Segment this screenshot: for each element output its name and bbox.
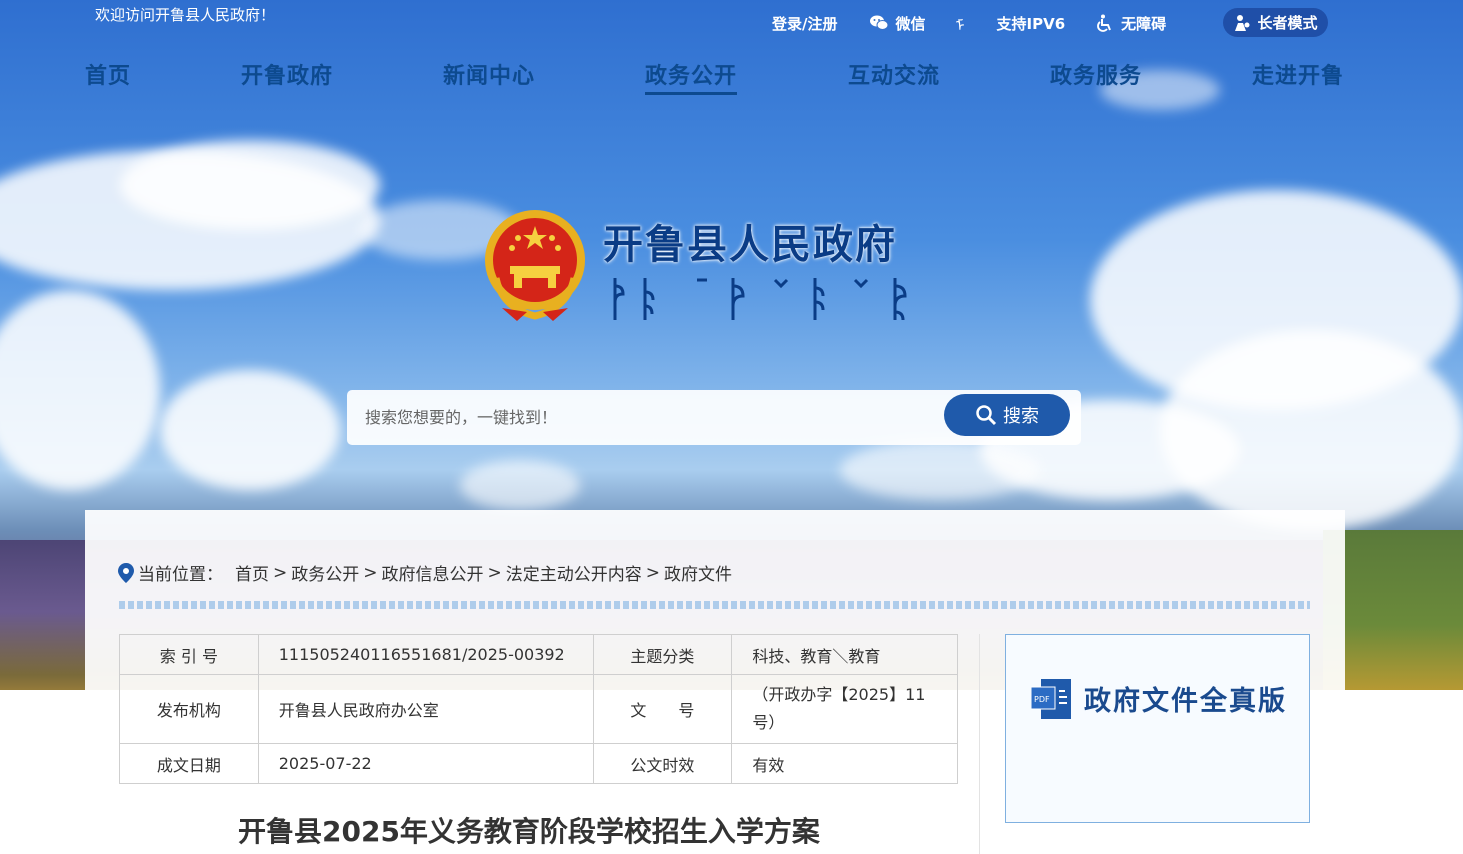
column-divider (979, 634, 980, 854)
nav-news[interactable]: 新闻中心 (443, 58, 535, 90)
full-version-label: 政府文件全真版 (1084, 686, 1287, 717)
breadcrumb-gov-info[interactable]: 政府信息公开 (382, 560, 484, 585)
breadcrumb-public-affairs[interactable]: 政务公开 (291, 560, 359, 585)
nav-government[interactable]: 开鲁政府 (241, 58, 333, 90)
index-value: 111505240116551681/2025-00392 (257, 634, 594, 675)
full-version-document-link[interactable]: PDF 政府文件全真版 (1005, 634, 1310, 823)
search-button-label: 搜索 (1003, 406, 1039, 427)
svg-text:PDF: PDF (1034, 695, 1050, 704)
breadcrumb-separator: > (363, 562, 378, 583)
breadcrumb-gov-docs[interactable]: 政府文件 (664, 560, 732, 585)
mongolian-script-title (613, 278, 907, 321)
wechat-link[interactable]: 微信 (869, 13, 926, 34)
accessibility-label: 无障碍 (1121, 14, 1167, 33)
mongolian-link[interactable]: ᠮ (956, 10, 965, 36)
nav-interaction[interactable]: 互动交流 (848, 58, 940, 90)
site-title: 开鲁县人民政府 (603, 221, 897, 268)
accessibility-link[interactable]: 无障碍 (1095, 13, 1166, 34)
top-links: 登录/注册 微信 ᠮ 支持IPV6 无障碍 (772, 10, 1166, 36)
main-nav: 首页 开鲁政府 新闻中心 政务公开 互动交流 政务服务 走进开鲁 (0, 56, 1463, 100)
elder-mode-button[interactable]: 长者模式 (1223, 8, 1328, 37)
welcome-text: 欢迎访问开鲁县人民政府！ (95, 6, 276, 24)
topic-label: 主题分类 (592, 634, 733, 675)
validity-label: 公文时效 (592, 743, 733, 784)
search-button[interactable]: 搜索 (944, 394, 1070, 436)
breadcrumb-prefix: 当前位置： (138, 565, 223, 585)
breadcrumb-separator: > (645, 562, 660, 583)
validity-value: 有效 (731, 743, 958, 784)
document-title: 开鲁县2025年义务教育阶段学校招生入学方案 (238, 815, 820, 848)
search-icon (976, 405, 997, 426)
meta-row: 成文日期 2025-07-22 公文时效 有效 (119, 743, 958, 784)
elder-icon (1235, 14, 1250, 31)
login-register-link[interactable]: 登录/注册 (772, 13, 837, 34)
wechat-label: 微信 (895, 14, 926, 33)
breadcrumb-separator: > (273, 562, 288, 583)
national-emblem-logo[interactable] (482, 208, 588, 324)
nav-services[interactable]: 政务服务 (1050, 58, 1142, 90)
elder-mode-label: 长者模式 (1257, 14, 1318, 32)
publisher-label: 发布机构 (119, 674, 259, 744)
breadcrumb-separator: > (487, 562, 502, 583)
index-label: 索 引 号 (119, 634, 259, 675)
nav-home[interactable]: 首页 (85, 58, 131, 90)
pdf-icon: PDF (1031, 679, 1071, 719)
top-bar: 欢迎访问开鲁县人民政府！ 登录/注册 微信 ᠮ 支持IPV6 无障碍 长者模式 (0, 0, 1463, 44)
location-pin-icon (118, 562, 134, 583)
search-bar: 搜索 (347, 390, 1081, 445)
publisher-value: 开鲁县人民政府办公室 (257, 674, 594, 744)
breadcrumb: 当前位置： 首页 > 政务公开 > 政府信息公开 > 法定主动公开内容 > 政府… (118, 560, 732, 585)
breadcrumb-statutory[interactable]: 法定主动公开内容 (506, 560, 642, 585)
topic-value: 科技、教育＼教育 (731, 634, 958, 675)
breadcrumb-home[interactable]: 首页 (235, 560, 269, 585)
decorative-divider (119, 601, 1310, 609)
date-value: 2025-07-22 (257, 743, 594, 784)
docno-value: （开政办字【2025】11号） (731, 674, 958, 744)
meta-row: 索 引 号 111505240116551681/2025-00392 主题分类… (119, 634, 958, 675)
wechat-icon (870, 15, 889, 30)
date-label: 成文日期 (119, 743, 259, 784)
wheelchair-icon (1097, 14, 1112, 32)
nav-public-affairs[interactable]: 政务公开 (645, 58, 738, 95)
content-panel: 当前位置： 首页 > 政务公开 > 政府信息公开 > 法定主动公开内容 > 政府… (85, 510, 1345, 854)
meta-row: 发布机构 开鲁县人民政府办公室 文 号 （开政办字【2025】11号） (119, 674, 958, 744)
docno-label: 文 号 (592, 674, 733, 744)
ipv6-link[interactable]: 支持IPV6 (997, 13, 1066, 34)
search-input[interactable] (365, 402, 925, 432)
document-meta-table: 索 引 号 111505240116551681/2025-00392 主题分类… (119, 634, 958, 784)
nav-about[interactable]: 走进开鲁 (1252, 58, 1344, 90)
